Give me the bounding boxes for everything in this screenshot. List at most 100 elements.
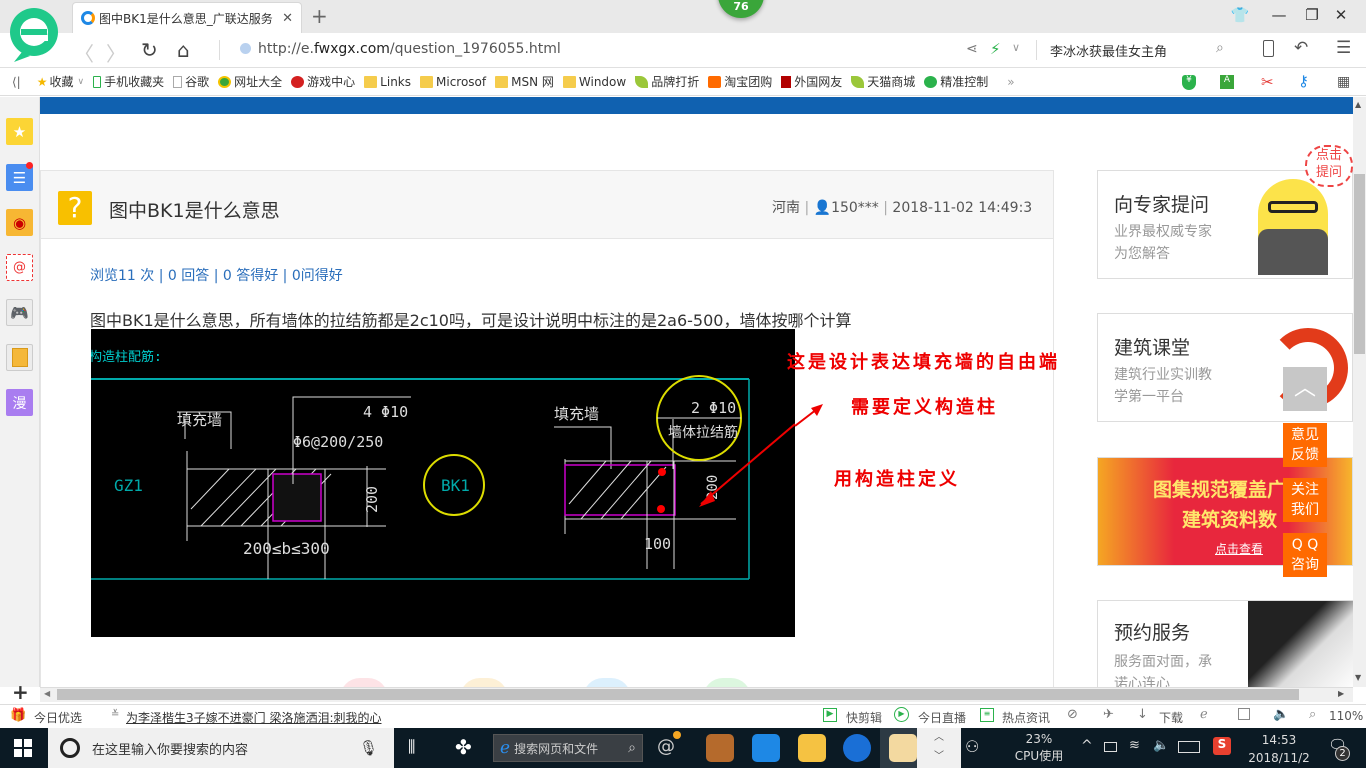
download-icon[interactable]: ↓: [1137, 707, 1148, 722]
people-icon[interactable]: ⚇: [965, 737, 979, 756]
question-user[interactable]: 150***: [831, 200, 879, 216]
sidebar-toggle-icon[interactable]: ⟨|: [12, 75, 21, 89]
minimize-button[interactable]: —: [1264, 6, 1294, 24]
comic-icon[interactable]: 漫: [6, 389, 33, 416]
favorites-star-icon[interactable]: ★: [6, 118, 33, 145]
bookmark-favorites[interactable]: ★ 收藏 ∨: [37, 73, 84, 90]
cad-drawing-image[interactable]: GZ1 填充墙 4 Φ10 Φ6@200/250 200 200≤b≤300 B…: [91, 329, 795, 637]
tab-close-icon[interactable]: ✕: [282, 11, 293, 26]
system-clock[interactable]: 14:53 2018/11/2: [1246, 731, 1312, 767]
overflow-arrows[interactable]: ︿ ﹀: [917, 728, 961, 768]
chevron-down-icon[interactable]: ∨: [1012, 41, 1020, 54]
url-input[interactable]: http://e.fwxgx.com/question_1976055.html: [240, 41, 561, 57]
bookmark-foreign[interactable]: 外国网友: [781, 73, 842, 90]
tray-chevron-icon[interactable]: ^: [1081, 738, 1093, 754]
bookmark-precise[interactable]: 精准控制: [924, 73, 988, 90]
bookmark-games[interactable]: 游戏中心: [291, 73, 355, 90]
add-sidebar-button[interactable]: +: [12, 680, 29, 704]
search-icon[interactable]: ⌕: [1216, 40, 1224, 56]
skin-icon[interactable]: 👕: [1225, 6, 1255, 24]
bookmark-windows[interactable]: Window: [562, 75, 626, 89]
pdf-app-icon[interactable]: [706, 734, 734, 762]
bookmark-links[interactable]: Links: [364, 75, 411, 89]
pinwheel-icon[interactable]: ✤: [455, 735, 472, 759]
map-app-icon[interactable]: [889, 734, 917, 762]
refresh-button[interactable]: ↻: [141, 38, 158, 62]
volume-icon[interactable]: 🔈: [1273, 707, 1289, 722]
speed-icon[interactable]: ⊘: [1067, 707, 1078, 722]
bookmark-google[interactable]: 谷歌: [173, 73, 209, 90]
more-bookmarks-icon[interactable]: »: [1007, 75, 1014, 89]
hot-news-link[interactable]: 热点资讯: [1002, 709, 1050, 726]
horizontal-scrollbar-thumb[interactable]: [57, 689, 1299, 700]
window-icon[interactable]: [1238, 708, 1250, 720]
banner-link[interactable]: 点击查看: [1215, 540, 1263, 557]
bookmark-msn[interactable]: MSN 网: [495, 73, 554, 90]
apps-icon[interactable]: ▦: [1337, 74, 1350, 90]
zoom-icon[interactable]: ⌕: [1309, 707, 1316, 722]
download-link[interactable]: 下载: [1159, 709, 1183, 726]
taskbar-search-box[interactable]: 在这里输入你要搜索的内容 🎙: [48, 728, 394, 768]
task-view-icon[interactable]: ⫼: [408, 737, 415, 757]
g-app-icon[interactable]: [843, 734, 871, 762]
mobile-icon[interactable]: [1263, 40, 1274, 57]
rocket-icon[interactable]: ✈: [1103, 707, 1114, 722]
scroll-right-arrow[interactable]: ▶: [1338, 689, 1344, 698]
mail-icon[interactable]: @: [6, 254, 33, 281]
windows-start-icon[interactable]: [14, 739, 32, 757]
bookmark-taobao[interactable]: 淘宝团购: [708, 73, 772, 90]
app-icon-swirl[interactable]: @: [657, 736, 675, 757]
bookmark-brand-sale[interactable]: 品牌打折: [635, 73, 699, 90]
appointment-card[interactable]: 预约服务 服务面对面，承 诺心连心: [1097, 600, 1354, 692]
bookmark-tmall[interactable]: 天猫商城: [851, 73, 915, 90]
follow-us-button[interactable]: 关注 我们: [1283, 478, 1327, 522]
back-button[interactable]: 〈: [74, 38, 94, 67]
speaker-icon[interactable]: 🔈: [1153, 738, 1169, 753]
weibo-icon[interactable]: ◉: [6, 209, 33, 236]
book-icon[interactable]: [6, 344, 33, 371]
browser-tab-active[interactable]: 图中BK1是什么意思_广联达服务 ✕: [72, 2, 302, 33]
gamepad-icon[interactable]: 🎮: [6, 299, 33, 326]
scroll-up-arrow[interactable]: ▲: [1355, 100, 1361, 109]
bookmark-mobile[interactable]: 手机收藏夹: [93, 73, 164, 90]
keyboard-icon[interactable]: [1178, 741, 1200, 753]
news-ticker-link[interactable]: 为李泽楷生3子嫁不进豪门 梁洛施洒泪:刺我的心: [126, 709, 382, 726]
scroll-down-arrow[interactable]: ▼: [1355, 673, 1361, 682]
bookmark-sites[interactable]: 网址大全: [218, 73, 282, 90]
battery-icon[interactable]: [1104, 742, 1117, 752]
microphone-icon[interactable]: 🎙: [359, 739, 378, 757]
today-pick-link[interactable]: 今日优选: [34, 709, 82, 726]
undo-icon[interactable]: ↶: [1294, 38, 1308, 58]
close-window-button[interactable]: ✕: [1326, 6, 1356, 24]
search-input[interactable]: 李冰冰获最佳女主角: [1050, 41, 1167, 60]
notes-app-icon[interactable]: [798, 734, 826, 762]
back-to-top-button[interactable]: ︿: [1283, 367, 1327, 411]
bookmark-microsoft[interactable]: Microsof: [420, 75, 486, 89]
zoom-level[interactable]: 110%: [1329, 709, 1363, 723]
feedback-button[interactable]: 意见 反馈: [1283, 423, 1327, 467]
share-icon[interactable]: ⋖: [966, 41, 978, 57]
forward-button[interactable]: 〉: [106, 38, 126, 67]
browser-search-box[interactable]: ℯ 搜索网页和文件 ⌕: [493, 734, 643, 762]
restore-button[interactable]: ❐: [1297, 6, 1327, 24]
wifi-icon[interactable]: ≋: [1129, 738, 1140, 753]
sogou-ime-icon[interactable]: S: [1213, 737, 1231, 755]
scroll-left-arrow[interactable]: ◀: [44, 689, 50, 698]
new-tab-button[interactable]: +: [311, 4, 328, 28]
lightning-icon[interactable]: ⚡: [990, 40, 1001, 58]
remote-app-icon[interactable]: [752, 734, 780, 762]
browser-logo-icon[interactable]: [8, 6, 60, 62]
vertical-scrollbar-thumb[interactable]: [1354, 174, 1365, 354]
qq-consult-button[interactable]: Q Q 咨询: [1283, 533, 1327, 577]
ie-mode-icon[interactable]: ℯ: [1200, 707, 1208, 722]
scissors-icon[interactable]: ✂: [1261, 73, 1274, 91]
menu-icon[interactable]: ☰: [1336, 38, 1351, 58]
ask-expert-card[interactable]: 向专家提问 业界最权威专家 为您解答: [1097, 170, 1353, 279]
ask-bubble[interactable]: 点击 提问: [1305, 145, 1353, 187]
live-link[interactable]: 今日直播: [918, 709, 966, 726]
shield-icon[interactable]: ¥: [1182, 75, 1196, 90]
home-button[interactable]: ⌂: [177, 38, 190, 62]
translate-icon[interactable]: A: [1220, 75, 1234, 89]
key-icon[interactable]: ⚷: [1298, 72, 1309, 90]
quick-edit-link[interactable]: 快剪辑: [846, 709, 882, 726]
